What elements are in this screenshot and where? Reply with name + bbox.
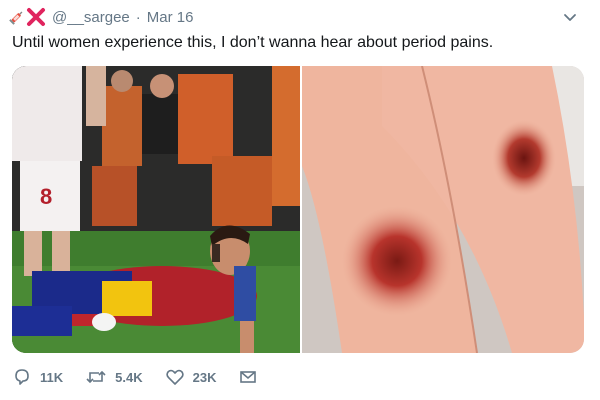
tweet-header: @__sargee · Mar 16	[8, 6, 592, 28]
message-button[interactable]	[238, 367, 258, 387]
photo-football-player[interactable]: 8	[12, 66, 300, 353]
tweet-actions: 11K 5.4K 23K	[12, 366, 412, 388]
retweet-icon	[85, 367, 107, 387]
heart-icon	[165, 367, 185, 387]
tweet-text: Until women experience this, I don’t wan…	[12, 34, 494, 51]
tweet-date[interactable]: Mar 16	[147, 9, 194, 26]
tweet-media[interactable]: 8	[12, 66, 584, 353]
reply-button[interactable]: 11K	[12, 367, 63, 387]
photo-bruised-legs[interactable]	[302, 66, 584, 353]
envelope-icon	[238, 367, 258, 387]
syringe-icon	[8, 8, 26, 26]
chevron-down-icon[interactable]	[562, 9, 578, 25]
reply-icon	[12, 367, 32, 387]
retweet-button[interactable]: 5.4K	[85, 367, 143, 387]
user-handle[interactable]: @__sargee	[52, 9, 130, 26]
header-emoji-group	[8, 7, 46, 27]
retweet-count: 5.4K	[115, 369, 143, 385]
separator-dot: ·	[135, 8, 141, 26]
like-count: 23K	[192, 369, 217, 385]
jersey-number: 8	[40, 184, 52, 209]
like-button[interactable]: 23K	[165, 367, 217, 387]
red-x-icon	[26, 7, 46, 27]
reply-count: 11K	[40, 369, 64, 385]
